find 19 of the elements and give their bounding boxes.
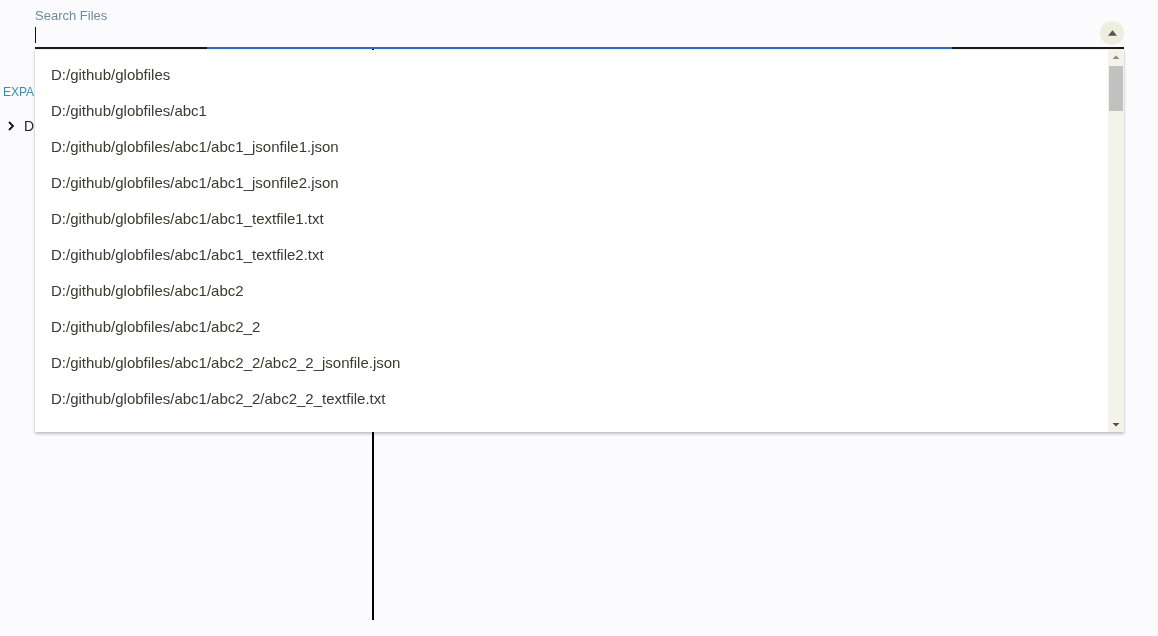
result-item[interactable]: D:/github/globfiles/abc1/abc2_2 [35, 309, 1108, 345]
result-item[interactable]: D:/github/globfiles/abc1/abc1_jsonfile2.json [35, 165, 1108, 201]
toolbar-button[interactable]: EXPA [3, 84, 35, 100]
result-item[interactable]: D:/github/globfiles/abc1/abc2_2/abc2_2_jsonfile.json [35, 345, 1108, 381]
scrollbar-thumb[interactable] [1109, 66, 1123, 111]
triangle-up-icon [1107, 30, 1117, 36]
result-item[interactable]: D:/github/globfiles/abc1/abc1_textfile1.txt [35, 201, 1108, 237]
chevron-right-icon[interactable] [8, 121, 14, 131]
result-item[interactable]: D:/github/globfiles/abc1/abc1_jsonfile1.json [35, 129, 1108, 165]
result-item[interactable]: D:/github/globfiles/abc1/abc2 [35, 273, 1108, 309]
field-label: Search Files [35, 9, 108, 23]
search-field[interactable]: Search Files [35, 9, 1124, 49]
text-cursor [35, 27, 36, 43]
dropdown-toggle-button[interactable] [1100, 21, 1124, 45]
result-item[interactable]: D:/github/globfiles/abc1/abc2_2/abc2_2_textfile.txt [35, 381, 1108, 417]
result-item[interactable]: D:/github/globfiles/abc1/abc1_textfile2.txt [35, 237, 1108, 273]
tree-item[interactable]: D [24, 118, 35, 134]
result-item[interactable]: D:/github/globfiles [35, 57, 1108, 93]
result-item[interactable]: D:/github/globfiles/abc1 [35, 93, 1108, 129]
